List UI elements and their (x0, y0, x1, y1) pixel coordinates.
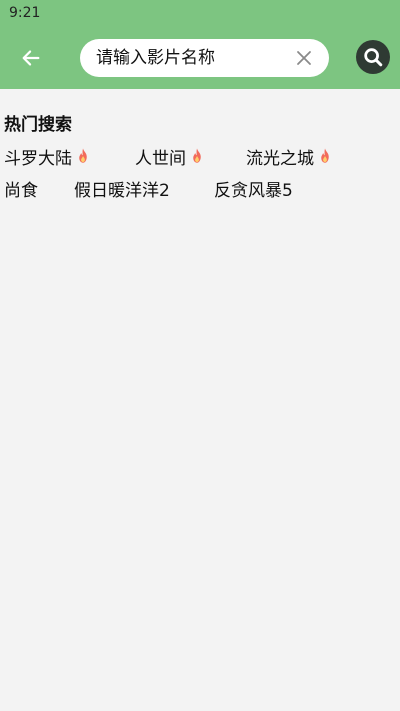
top-bar: 9:21 (0, 0, 400, 89)
flame-icon (193, 148, 201, 163)
hot-search-item-label: 斗罗大陆 (4, 148, 72, 169)
hot-search-item[interactable]: 假日暖洋洋2 (74, 176, 170, 201)
search-input[interactable] (96, 39, 286, 77)
back-button[interactable] (14, 42, 48, 74)
status-time: 9:21 (9, 5, 41, 21)
search-box[interactable] (80, 39, 329, 77)
arrow-left-icon (22, 50, 40, 66)
hot-search-item[interactable]: 流光之城 (246, 144, 334, 169)
hot-search-item-label: 尚食 (4, 180, 38, 201)
clear-button[interactable] (295, 49, 313, 67)
hot-search-item-label: 人世间 (135, 148, 186, 169)
search-button[interactable] (356, 40, 390, 74)
magnifier-icon (364, 48, 383, 67)
hot-search-item[interactable]: 人世间 (135, 144, 206, 169)
flame-icon (79, 148, 87, 163)
flame-icon (321, 148, 329, 163)
hot-search-item-label: 假日暖洋洋2 (74, 180, 170, 201)
hot-search-item-label: 流光之城 (246, 148, 314, 169)
hot-search-item[interactable]: 反贪风暴5 (214, 176, 293, 201)
hot-search-item-label: 反贪风暴5 (214, 180, 293, 201)
hot-search-item[interactable]: 斗罗大陆 (4, 144, 92, 169)
hot-search-title: 热门搜索 (4, 115, 72, 135)
close-icon (297, 51, 311, 65)
hot-search-item[interactable]: 尚食 (4, 176, 38, 201)
